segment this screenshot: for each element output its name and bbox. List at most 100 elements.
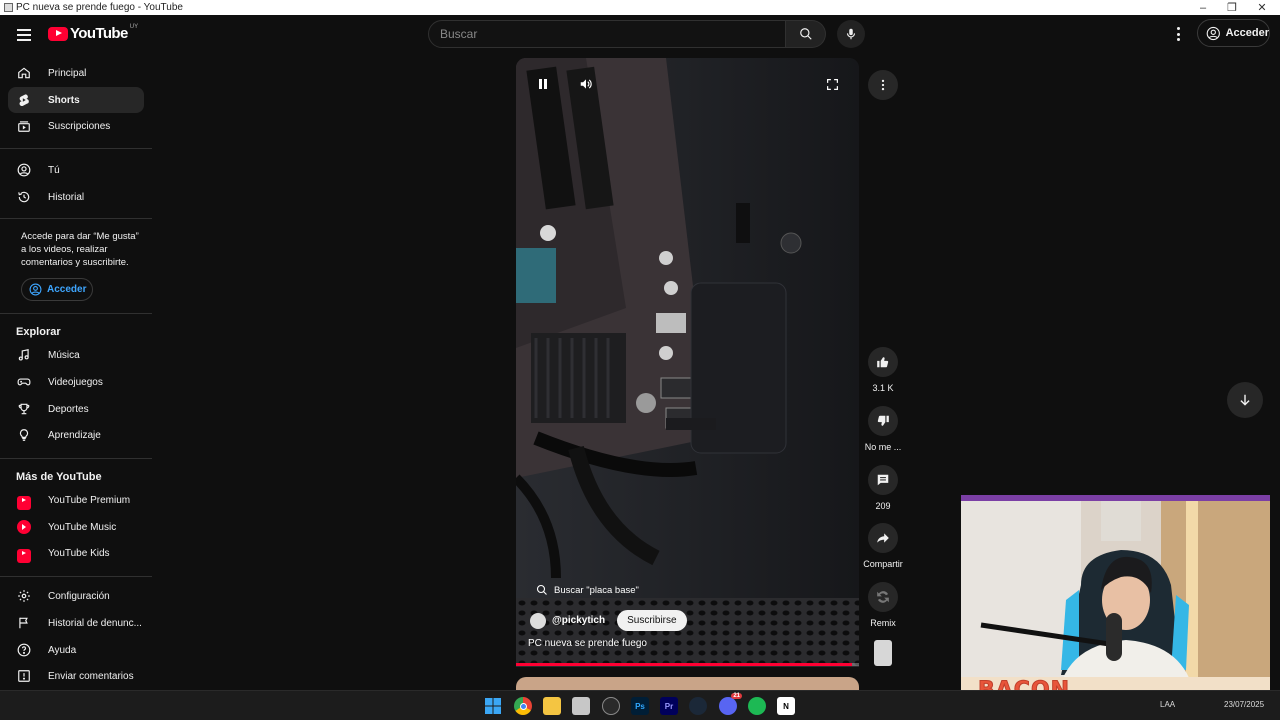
signin-prompt: Accede para dar “Me gusta” a los videos,…: [21, 231, 139, 268]
notion-icon[interactable]: N: [777, 697, 795, 715]
related-search-chip[interactable]: Buscar "placa base": [528, 578, 648, 602]
flag-icon: [19, 617, 28, 629]
feedback-icon: [18, 670, 30, 682]
signin-button[interactable]: Acceder: [1197, 19, 1270, 47]
sidebar-item-label: YouTube Kids: [48, 547, 110, 559]
progress-fill: [516, 663, 853, 666]
pause-button[interactable]: [531, 72, 555, 96]
account-icon: [29, 283, 42, 296]
sidebar-item-label: YouTube Premium: [48, 494, 131, 506]
sidebar-item-historial[interactable]: Historial: [8, 184, 144, 210]
sidebar-item-configuracion[interactable]: Configuración: [8, 583, 144, 609]
sidebar-item-videojuegos[interactable]: Videojuegos: [8, 369, 144, 395]
dislike-action[interactable]: No me ...: [865, 406, 901, 452]
sidebar-item-suscripciones[interactable]: Suscripciones: [8, 113, 144, 139]
fullscreen-button[interactable]: [820, 72, 844, 96]
subscribe-button[interactable]: Suscribirse: [617, 610, 687, 631]
sidebar-item-youtube-premium[interactable]: YouTube Premium: [8, 487, 144, 513]
file-explorer-icon[interactable]: [543, 697, 561, 715]
country-code: UY: [129, 23, 139, 30]
youtube-music-icon: [17, 520, 31, 534]
search-button[interactable]: [786, 20, 826, 48]
fullscreen-icon: [826, 78, 838, 90]
restore-button[interactable]: ❐: [1217, 0, 1247, 15]
minimize-button[interactable]: –: [1188, 0, 1218, 15]
window-title: PC nueva se prende fuego - YouTube: [16, 2, 183, 13]
sidebar-item-historial-denuncias[interactable]: Historial de denunc...: [8, 610, 144, 636]
sidebar-item-musica[interactable]: Música: [8, 342, 144, 368]
channel-avatar[interactable]: [530, 612, 546, 629]
volume-button[interactable]: [574, 72, 598, 96]
chrome-icon[interactable]: [514, 697, 532, 715]
sidebar-item-ayuda[interactable]: Ayuda: [8, 637, 144, 663]
sidebar-item-enviar-comentarios[interactable]: Enviar comentarios: [8, 663, 144, 689]
short-title[interactable]: PC nueva se prende fuego: [528, 638, 647, 649]
sidebar-item-label: Historial de denunc...: [48, 617, 142, 629]
user-icon: [17, 163, 31, 177]
keyboard-language[interactable]: LAA: [1160, 700, 1175, 709]
like-button[interactable]: [868, 347, 898, 377]
short-more-options-button[interactable]: [868, 70, 898, 100]
remix-icon: [877, 591, 889, 603]
sidebar-item-label: Historial: [48, 191, 85, 203]
system-date[interactable]: 23/07/2025: [1224, 700, 1264, 709]
remix-button[interactable]: [868, 582, 898, 612]
dislike-button[interactable]: [868, 406, 898, 436]
next-short-preview[interactable]: [516, 677, 859, 690]
subscriptions-icon: [18, 121, 30, 132]
windows-start-icon[interactable]: [484, 697, 502, 715]
menu-icon[interactable]: [14, 25, 34, 45]
remix-action[interactable]: Remix: [868, 582, 898, 628]
sidebar-item-tu[interactable]: Tú: [8, 157, 144, 183]
youtube-logo[interactable]: YouTube UY: [48, 23, 139, 42]
gaming-icon: [17, 378, 31, 386]
history-icon: [18, 191, 30, 203]
sidebar-item-label: Música: [48, 349, 80, 361]
search-input[interactable]: Buscar: [428, 20, 786, 48]
voice-search-button[interactable]: [837, 20, 865, 48]
app-icon-2[interactable]: [602, 697, 620, 715]
arrow-down-icon: [1240, 394, 1250, 406]
share-button[interactable]: [868, 523, 898, 553]
premiere-icon[interactable]: Pr: [660, 697, 678, 715]
sidebar-item-label: Aprendizaje: [48, 429, 101, 441]
sidebar-item-shorts[interactable]: Shorts: [8, 87, 144, 113]
sidebar-item-label: Enviar comentarios: [48, 670, 134, 682]
logo-text: YouTube: [70, 25, 128, 42]
sidebar-item-principal[interactable]: Principal: [8, 60, 144, 86]
search-icon: [799, 28, 812, 40]
webcam-overlay: BACON: [961, 495, 1270, 707]
sidebar-signin-button[interactable]: Acceder: [21, 278, 93, 301]
sidebar-item-label: Shorts: [48, 94, 80, 106]
settings-menu-icon[interactable]: [1170, 24, 1186, 44]
window-titlebar: PC nueva se prende fuego - YouTube – ❐ ✕: [0, 0, 1280, 15]
top-header: YouTube UY Buscar Acceder: [0, 15, 1280, 55]
shorts-video-player[interactable]: Buscar "placa base" @pickytich Suscribir…: [516, 58, 859, 667]
sidebar-divider: [0, 148, 152, 149]
photoshop-icon[interactable]: Ps: [631, 697, 649, 715]
sidebar-item-label: Deportes: [48, 403, 89, 415]
sidebar-item-youtube-kids[interactable]: YouTube Kids: [8, 540, 144, 566]
windows-logo-icon: [485, 698, 501, 714]
gear-icon: [18, 590, 30, 602]
steam-icon[interactable]: [689, 697, 707, 715]
sidebar-item-youtube-music[interactable]: YouTube Music: [8, 514, 144, 540]
sound-thumbnail[interactable]: [874, 640, 892, 666]
sidebar-item-aprendizaje[interactable]: Aprendizaje: [8, 422, 144, 448]
comments-action[interactable]: 209: [868, 465, 898, 511]
window-app-icon: [4, 3, 13, 12]
close-button[interactable]: ✕: [1247, 0, 1277, 15]
music-icon: [18, 349, 29, 361]
channel-name[interactable]: @pickytich: [552, 615, 605, 626]
sidebar-item-deportes[interactable]: Deportes: [8, 396, 144, 422]
app-icon[interactable]: [572, 697, 590, 715]
discord-icon[interactable]: 21: [719, 693, 742, 715]
like-action[interactable]: 3.1 K: [868, 347, 898, 393]
sidebar-item-label: YouTube Music: [48, 521, 117, 533]
progress-bar[interactable]: [516, 663, 859, 666]
comments-button[interactable]: [868, 465, 898, 495]
share-action[interactable]: Compartir: [863, 523, 903, 569]
spotify-icon[interactable]: [748, 697, 766, 715]
next-video-button[interactable]: [1227, 382, 1263, 418]
trophy-icon: [18, 403, 30, 415]
